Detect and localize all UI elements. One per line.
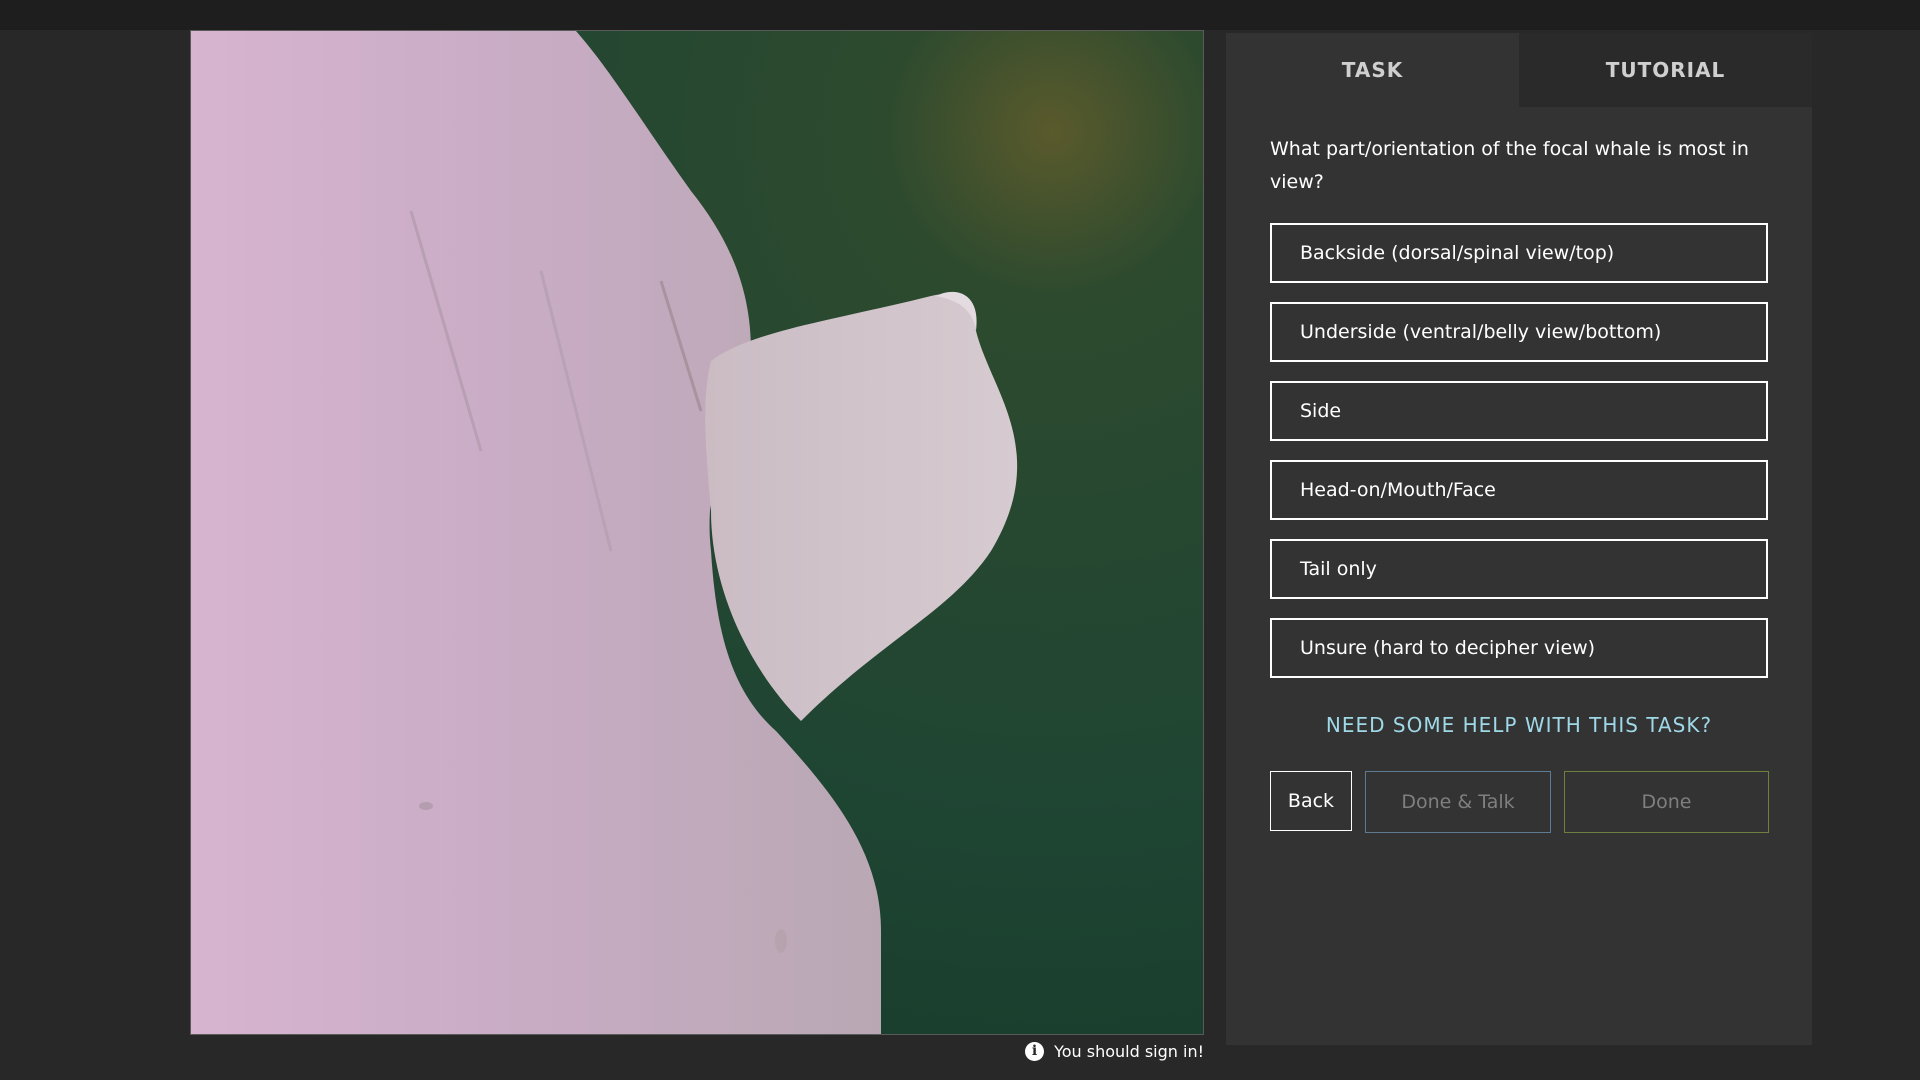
done-button[interactable]: Done (1564, 771, 1769, 833)
answer-backside[interactable]: Backside (dorsal/spinal view/top) (1270, 223, 1768, 283)
signin-text: You should sign in! (1054, 1041, 1204, 1061)
answer-unsure[interactable]: Unsure (hard to decipher view) (1270, 618, 1768, 678)
answer-head-on[interactable]: Head-on/Mouth/Face (1270, 460, 1768, 520)
back-button[interactable]: Back (1270, 771, 1352, 831)
subject-image[interactable] (190, 30, 1204, 1035)
answer-tail-only[interactable]: Tail only (1270, 539, 1768, 599)
tab-task[interactable]: TASK (1226, 33, 1519, 107)
answer-list: Backside (dorsal/spinal view/top) Unders… (1270, 223, 1768, 678)
answer-underside[interactable]: Underside (ventral/belly view/bottom) (1270, 302, 1768, 362)
tab-bar: TASK TUTORIAL (1226, 33, 1812, 107)
task-question: What part/orientation of the focal whale… (1270, 138, 1749, 193)
task-controls: Back Done & Talk Done (1270, 771, 1769, 833)
tab-tutorial[interactable]: TUTORIAL (1519, 33, 1812, 107)
task-panel: TASK TUTORIAL What part/orientation of t… (1226, 33, 1812, 1045)
help-link[interactable]: NEED SOME HELP WITH THIS TASK? (1226, 713, 1812, 737)
beluga-whale-photo (191, 31, 1203, 1034)
signin-notice: i You should sign in! (1010, 1038, 1204, 1064)
info-icon: i (1025, 1041, 1045, 1061)
answer-side[interactable]: Side (1270, 381, 1768, 441)
top-bar (0, 0, 1920, 30)
done-and-talk-button[interactable]: Done & Talk (1365, 771, 1551, 833)
